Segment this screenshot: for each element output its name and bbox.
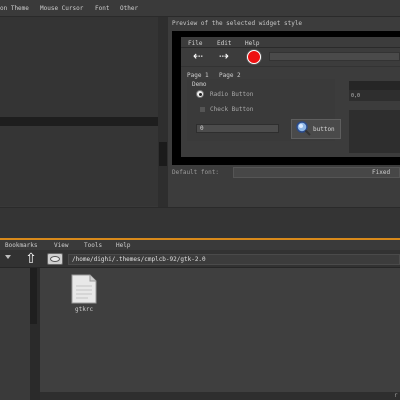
dropdown-arrow-icon[interactable] bbox=[5, 255, 11, 259]
status-bar bbox=[40, 392, 400, 400]
drive-icon-detail bbox=[50, 256, 60, 262]
demo-group-label: Demo bbox=[192, 81, 207, 88]
preview-menu-edit[interactable]: Edit bbox=[217, 40, 231, 47]
theme-list-separator bbox=[0, 117, 158, 126]
menu-help[interactable]: Help bbox=[116, 242, 130, 249]
sidebar-scroll-thumb[interactable] bbox=[30, 268, 37, 324]
preview-tab-page-1[interactable]: Page 1 bbox=[187, 72, 209, 79]
preview-toolbar-separator bbox=[181, 47, 400, 48]
radio-button-label[interactable]: Radio Button bbox=[210, 91, 253, 98]
spin-input[interactable] bbox=[196, 124, 286, 133]
preview-tabs-separator bbox=[181, 66, 400, 67]
menu-mouse-cursor[interactable]: Mouse Cursor bbox=[40, 5, 83, 12]
theme-list-lower[interactable] bbox=[0, 126, 158, 206]
default-font-value: Fixed bbox=[372, 169, 391, 176]
text-file-icon[interactable] bbox=[70, 274, 98, 304]
preview-tree-header bbox=[349, 81, 400, 90]
sidebar-pane bbox=[0, 268, 30, 400]
preview-tab-page-2[interactable]: Page 2 bbox=[219, 72, 241, 79]
preview-menu-file[interactable]: File bbox=[188, 40, 202, 47]
top-menubar: on Theme Mouse Cursor Font Other bbox=[0, 0, 400, 17]
file-name-label[interactable]: gtkrc bbox=[75, 306, 93, 313]
magnifier-icon bbox=[296, 121, 311, 136]
theme-list-scrollbar[interactable] bbox=[158, 17, 168, 207]
spin-value: 0 bbox=[200, 125, 204, 132]
menu-other[interactable]: Other bbox=[120, 5, 138, 12]
preview-tree-value: 0,0 bbox=[351, 93, 361, 99]
preview-tree-view[interactable] bbox=[349, 81, 400, 153]
preview-url-field[interactable] bbox=[269, 52, 400, 61]
spin-button[interactable] bbox=[278, 124, 286, 133]
default-font-label: Default font: bbox=[172, 169, 219, 176]
stop-icon[interactable] bbox=[247, 50, 261, 64]
menu-view[interactable]: View bbox=[54, 242, 68, 249]
menu-tools[interactable]: Tools bbox=[84, 242, 102, 249]
forward-arrow-icon[interactable]: ⇢ bbox=[219, 50, 235, 62]
preview-menu-help[interactable]: Help bbox=[245, 40, 259, 47]
check-button[interactable] bbox=[199, 106, 206, 113]
preview-widget-area: File Edit Help ⇠ ⇢ Page 1 Page 2 Demo Ra… bbox=[181, 37, 400, 157]
menu-font[interactable]: Font bbox=[95, 5, 109, 12]
radio-selected-dot bbox=[199, 93, 202, 96]
demo-button-label[interactable]: button bbox=[313, 126, 335, 133]
preview-label: Preview of the selected widget style bbox=[172, 20, 303, 27]
up-arrow-icon[interactable]: ⇧ bbox=[22, 251, 40, 267]
theme-list-scroll-thumb[interactable] bbox=[159, 142, 167, 166]
location-path: /home/dighi/.themes/cmplcb-92/gtk-2.0 bbox=[72, 256, 206, 263]
menu-bookmarks[interactable]: Bookmarks bbox=[5, 242, 38, 249]
top-window-footer bbox=[0, 207, 400, 238]
preview-tree-row[interactable] bbox=[349, 101, 400, 110]
check-button-label[interactable]: Check Button bbox=[210, 106, 253, 113]
menu-icon-theme[interactable]: on Theme bbox=[0, 5, 29, 12]
back-arrow-icon[interactable]: ⇠ bbox=[193, 50, 209, 62]
theme-list[interactable] bbox=[0, 17, 158, 117]
status-text: r bbox=[394, 392, 398, 399]
